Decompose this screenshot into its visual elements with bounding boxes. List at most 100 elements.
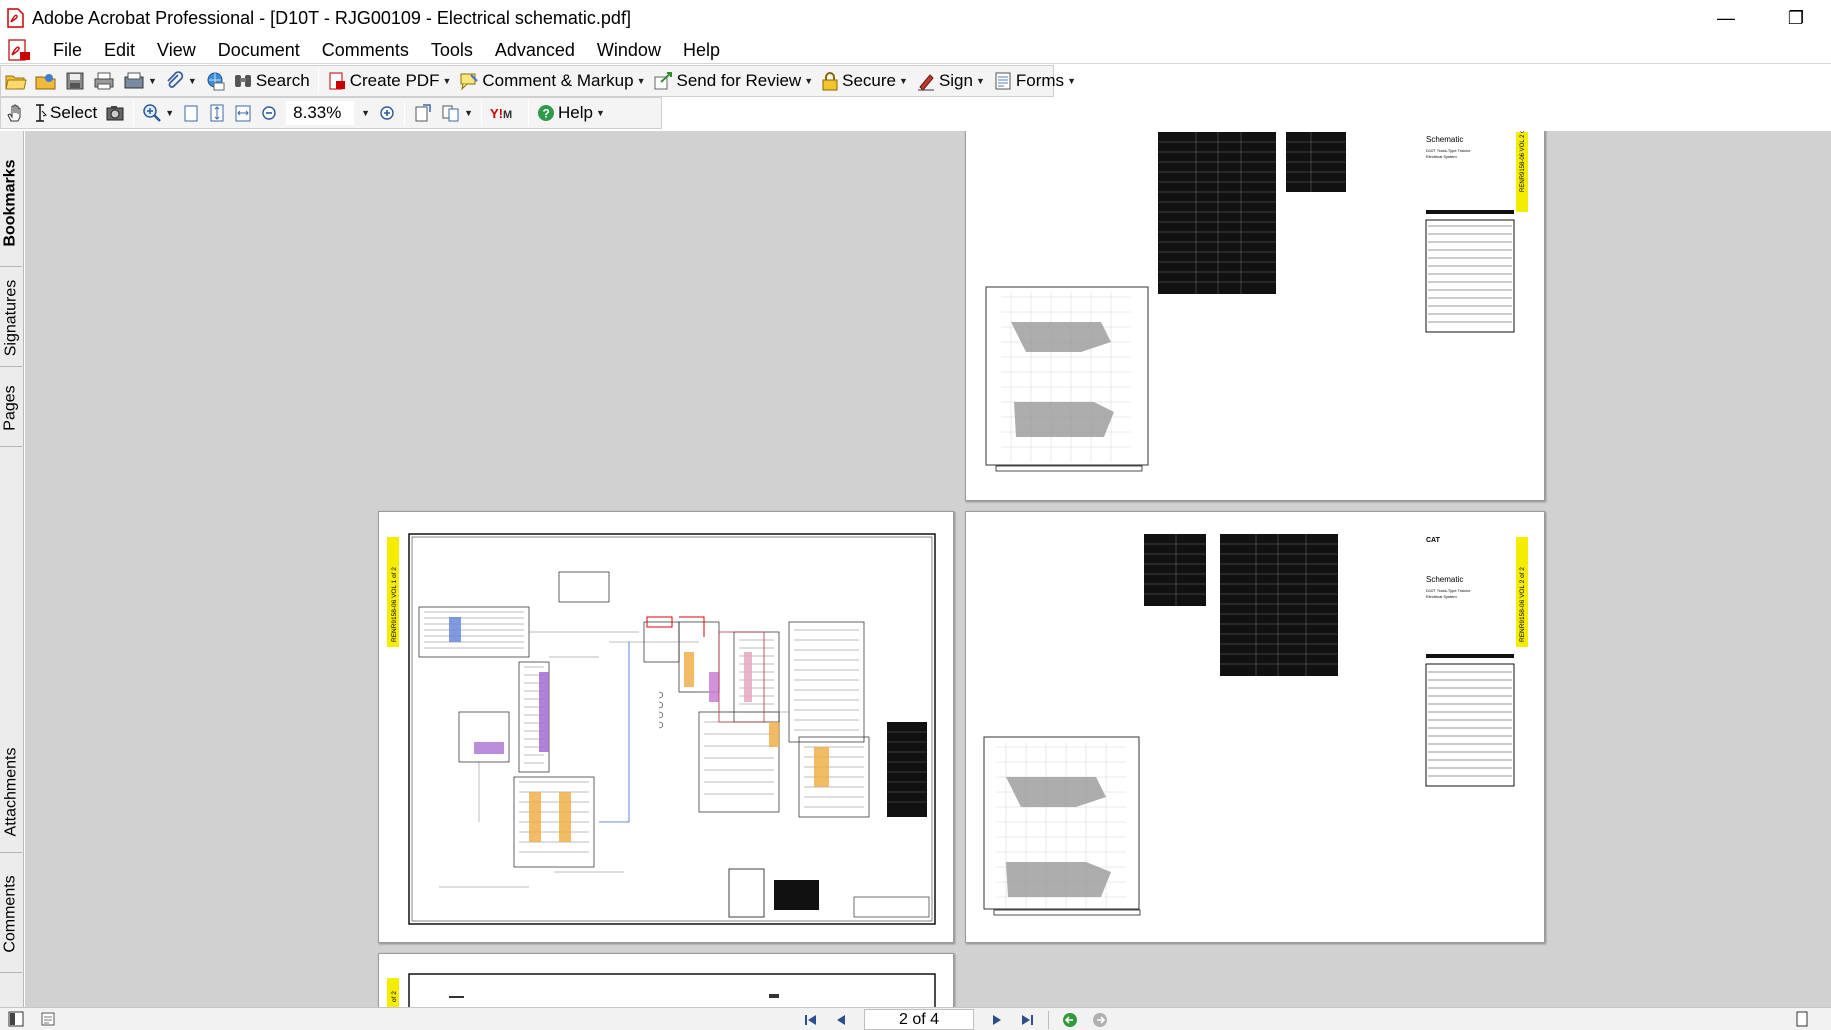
actual-size-button[interactable] <box>178 99 204 127</box>
pdf-page-4[interactable]: of 2 <box>378 953 954 1007</box>
svg-text:M: M <box>503 109 512 121</box>
menu-tools[interactable]: Tools <box>420 36 484 64</box>
toolbar-separator <box>317 68 319 94</box>
comment-markup-button[interactable]: Comment & Markup ▼ <box>455 67 649 95</box>
page-3-subtitle-2: Electrical System <box>1426 594 1457 599</box>
search-label: Search <box>255 71 310 90</box>
page-4-thumbnail: of 2 <box>387 973 936 1007</box>
snapshot-button[interactable] <box>101 99 129 127</box>
menu-file[interactable]: File <box>42 36 93 64</box>
secure-label: Secure <box>842 71 897 90</box>
document-view[interactable]: Schematic D10T Track-Type Tractor Electr… <box>25 131 1831 1007</box>
pdf-page-1[interactable]: Schematic D10T Track-Type Tractor Electr… <box>965 131 1545 501</box>
attach-button[interactable]: ▼ <box>161 67 201 95</box>
zoom-in-button[interactable] <box>374 99 400 127</box>
fit-width-button[interactable] <box>230 99 256 127</box>
sign-label: Sign <box>938 71 973 90</box>
first-page-button[interactable] <box>796 1009 826 1030</box>
save-button[interactable] <box>61 67 89 95</box>
previous-view-button[interactable] <box>1055 1009 1085 1030</box>
zoom-level-input[interactable]: 8.33% <box>286 101 355 125</box>
send-review-button[interactable]: Send for Review ▼ <box>649 67 817 95</box>
toolbar-separator <box>133 100 135 126</box>
tray-icon <box>124 72 144 89</box>
page-number-field[interactable]: 2 of 4 <box>864 1009 974 1030</box>
title-bar: Adobe Acrobat Professional - [D10T - RJG… <box>0 0 1831 36</box>
secure-button[interactable]: Secure ▼ <box>817 67 912 95</box>
comment-markup-icon <box>460 73 479 91</box>
toolbar-separator <box>404 100 406 126</box>
minimize-button[interactable]: — <box>1691 0 1761 36</box>
previous-page-button[interactable] <box>826 1009 856 1030</box>
toolbar-separator <box>481 100 483 126</box>
next-page-button[interactable] <box>982 1009 1012 1030</box>
tab-signatures[interactable]: Signatures <box>0 269 22 367</box>
menu-document[interactable]: Document <box>207 36 311 64</box>
print-button[interactable] <box>89 67 119 95</box>
tab-comments[interactable]: Comments <box>0 855 22 973</box>
magnifier-zoom-icon <box>143 104 162 122</box>
printer-icon <box>94 72 114 90</box>
menu-edit[interactable]: Edit <box>93 36 146 64</box>
menu-view[interactable]: View <box>146 36 207 64</box>
comment-markup-label: Comment & Markup <box>482 71 634 90</box>
page-navigation: 2 of 4 <box>796 1009 1115 1030</box>
navigation-pane-tabs: Bookmarks Signatures Pages Attachments C… <box>0 131 24 1007</box>
rotate-view-button[interactable] <box>409 99 437 127</box>
acrobat-app-icon <box>7 8 24 28</box>
menu-bar: File Edit View Document Comments Tools A… <box>0 36 1831 64</box>
search-button[interactable]: Search <box>229 67 314 95</box>
menu-window[interactable]: Window <box>586 36 672 64</box>
print-options-button[interactable]: ▼ <box>119 67 161 95</box>
document-properties-icon[interactable] <box>40 1011 56 1027</box>
page-2-schematic: RENR9158-06 VOL 1 of 2 <box>387 533 936 925</box>
help-label: Help <box>558 103 593 122</box>
status-bar: 2 of 4 <box>0 1007 1831 1030</box>
restore-button[interactable]: ❐ <box>1761 0 1831 36</box>
save-icon <box>66 72 84 90</box>
select-tool-button[interactable]: Select <box>29 99 101 127</box>
tab-pages[interactable]: Pages <box>0 369 22 447</box>
tab-bookmarks[interactable]: Bookmarks <box>0 139 22 267</box>
pen-sign-icon <box>917 74 934 91</box>
zoom-in-tool-button[interactable]: ▼ <box>138 99 178 127</box>
pdf-page-2[interactable]: RENR9158-06 VOL 1 of 2 <box>378 511 954 943</box>
menu-comments[interactable]: Comments <box>311 36 420 64</box>
status-separator <box>1048 1010 1049 1029</box>
page-3-subtitle: D10T Track-Type Tractor <box>1426 588 1471 593</box>
menu-advanced[interactable]: Advanced <box>484 36 586 64</box>
first-page-icon <box>805 1014 816 1025</box>
email-button[interactable] <box>201 67 229 95</box>
open-button[interactable] <box>1 67 31 95</box>
binoculars-icon <box>234 75 251 87</box>
page-layout-icon <box>442 105 459 122</box>
help-button[interactable]: ? Help ▼ <box>533 99 609 127</box>
hand-icon <box>7 104 21 122</box>
tab-attachments[interactable]: Attachments <box>0 731 22 853</box>
organizer-button[interactable] <box>31 67 61 95</box>
fit-page-button[interactable] <box>204 99 230 127</box>
hand-tool-button[interactable] <box>1 99 29 127</box>
fit-width-icon <box>235 105 251 122</box>
navigation-pane-icon[interactable] <box>8 1011 24 1027</box>
select-label: Select <box>50 103 98 122</box>
forms-button[interactable]: Forms ▼ <box>989 67 1080 95</box>
document-menu-icon[interactable] <box>6 38 32 62</box>
forward-arrow-icon <box>1093 1012 1107 1027</box>
forms-icon <box>995 72 1011 90</box>
text-cursor-icon <box>36 104 47 122</box>
yahoo-toolbar-button[interactable]: Y! M <box>486 99 524 127</box>
zoom-out-icon <box>262 106 276 120</box>
pdf-page-3[interactable]: CAT Schematic D10T Track-Type Tractor El… <box>965 511 1545 943</box>
last-page-button[interactable] <box>1012 1009 1042 1030</box>
view-toolbar: Select ▼ 8.33% ▼ ▼ Y! M ? Help ▼ <box>0 97 662 129</box>
zoom-out-button[interactable] <box>256 99 282 127</box>
create-pdf-button[interactable]: Create PDF ▼ <box>323 67 456 95</box>
zoom-dropdown-button[interactable]: ▼ <box>354 99 374 127</box>
yahoo-logo-icon: Y! M <box>490 106 512 121</box>
sign-button[interactable]: Sign ▼ <box>912 67 989 95</box>
single-page-view-icon[interactable] <box>1794 1011 1810 1027</box>
menu-help[interactable]: Help <box>672 36 731 64</box>
next-view-button[interactable] <box>1085 1009 1115 1030</box>
page-layout-button[interactable]: ▼ <box>437 99 477 127</box>
